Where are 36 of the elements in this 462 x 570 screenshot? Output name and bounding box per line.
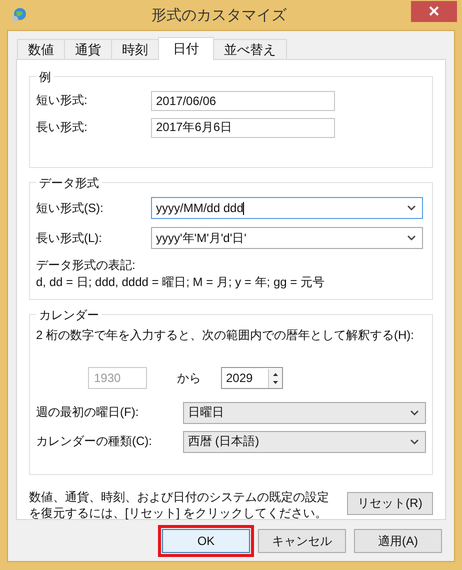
field-label: 長い形式: (36, 119, 88, 136)
group-title: データ形式 (36, 175, 102, 192)
tab[interactable]: 日付 (158, 37, 214, 60)
chevron-down-icon (407, 205, 416, 211)
field-label: 短い形式: (36, 92, 88, 109)
close-icon (429, 6, 439, 16)
dialog-button[interactable]: キャンセル (258, 529, 346, 553)
dialog-button[interactable]: 適用(A) (354, 529, 442, 553)
group-title: 例 (36, 69, 54, 86)
reset-button[interactable]: リセット(R) (347, 492, 433, 515)
field-label: 短い形式(S): (36, 200, 104, 216)
tab[interactable]: 時刻 (111, 39, 159, 59)
group-title: カレンダー (36, 307, 102, 324)
chevron-down-icon (407, 235, 416, 241)
notation-title: データ形式の表記: (36, 257, 136, 274)
reset-hint-text: 数値、通貨、時刻、および日付のシステムの既定の設定を復元するには、[リセット] をクリックしてください。 (29, 489, 330, 521)
notation-text: d, dd = 日; ddd, dddd = 曜日; M = 月; y = 年; gg = 元号 (36, 274, 326, 291)
spinner-arrows-icon[interactable] (268, 368, 282, 388)
dropdown-field[interactable]: 日曜日 (182, 402, 426, 424)
field-label: 週の最初の曜日(F): (36, 404, 140, 421)
range-word: から (177, 370, 201, 386)
window-title: 形式のカスタマイズ (150, 6, 288, 24)
spin-field[interactable]: 2029 (221, 367, 283, 389)
field-label: 長い形式(L): (36, 230, 103, 246)
close-button[interactable] (411, 0, 457, 22)
dropdown-field[interactable]: yyyy'年'M'月'd'日' (151, 227, 423, 249)
tab[interactable]: 通貨 (64, 39, 112, 59)
description-text: 2 桁の数字で年を入力すると、次の範囲内での暦年として解釈する(H): (36, 327, 415, 344)
field-label: カレンダーの種類(C): (36, 433, 153, 450)
dropdown-field[interactable]: yyyy/MM/dd ddd (151, 197, 423, 219)
tab[interactable]: 並べ替え (213, 39, 287, 59)
dropdown-field[interactable]: 西暦 (日本語) (182, 430, 426, 452)
chevron-down-icon (410, 438, 419, 444)
chevron-down-icon (410, 410, 419, 416)
globe-icon (11, 7, 27, 23)
tab[interactable]: 数値 (17, 39, 65, 59)
